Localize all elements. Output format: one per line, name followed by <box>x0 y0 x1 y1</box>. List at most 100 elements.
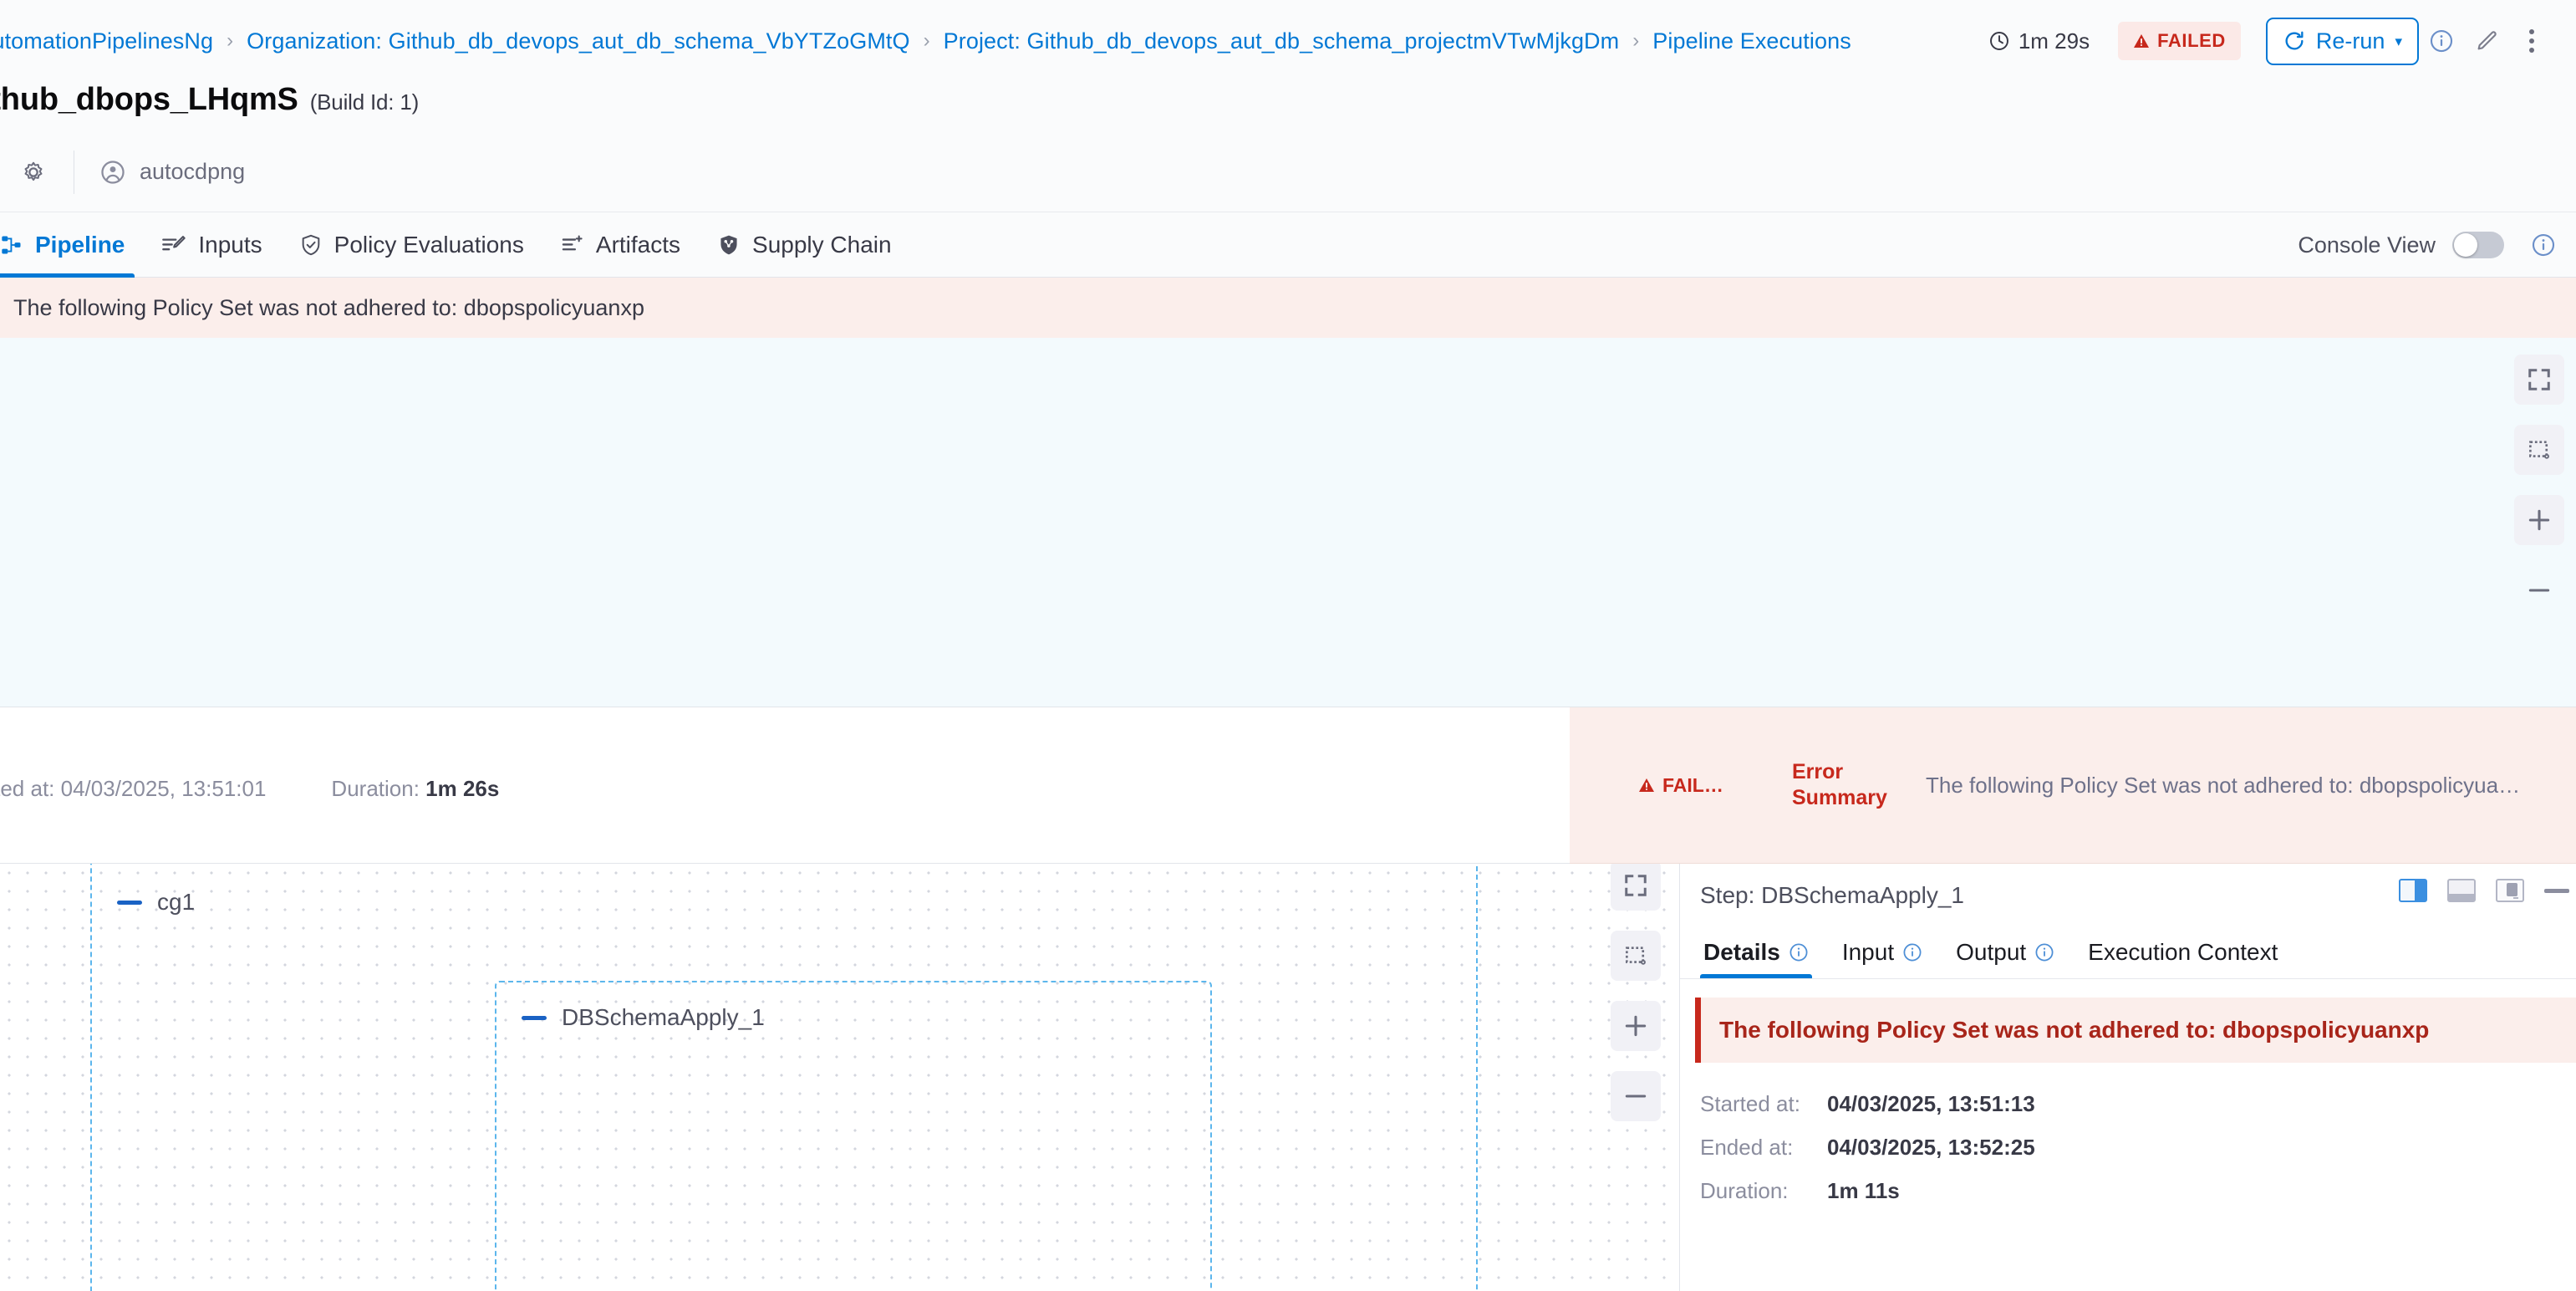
fit-to-screen-icon <box>1623 873 1648 898</box>
zoom-in-button[interactable] <box>1611 1001 1661 1051</box>
edit-button[interactable] <box>2464 18 2509 64</box>
page-title: ithub_dbops_LHqmS (Build Id: 1) <box>0 82 419 118</box>
rerun-button[interactable]: Re-run ▾ <box>2266 18 2419 65</box>
step-group-dbschemaapply-header[interactable]: DBSchemaApply_1 <box>522 1004 765 1031</box>
fit-to-screen-button[interactable] <box>1611 864 1661 911</box>
tab-label: Execution Context <box>2088 939 2278 966</box>
stage-duration-value: 1m 26s <box>425 776 499 801</box>
zoom-in-icon <box>2526 507 2553 533</box>
zoom-to-selection-icon <box>1623 943 1648 968</box>
pipeline-icon <box>0 233 23 257</box>
breadcrumb-item-project[interactable]: Project: Github_db_devops_aut_db_schema_… <box>944 28 1620 54</box>
zoom-out-icon <box>1622 1083 1649 1110</box>
tab-inputs[interactable]: Inputs <box>143 212 280 278</box>
minimize-icon[interactable] <box>2544 889 2569 893</box>
tab-label: Input <box>1842 939 1894 966</box>
detail-key: Started at: <box>1700 1091 1827 1117</box>
execution-name: ithub_dbops_LHqmS <box>0 82 298 117</box>
pipeline-stage-graph[interactable]: </> cs1 <box>0 338 2576 707</box>
step-details-tabs: Details Input Output <box>1680 927 2576 979</box>
stage-duration-label: Duration: <box>331 776 420 801</box>
step-group-cg1-header[interactable]: cg1 <box>117 889 195 916</box>
zoom-to-selection-icon <box>2527 437 2552 462</box>
pipeline-execution-page: ccount: automationPipelinesNg › Organiza… <box>0 0 2576 1291</box>
status-badge-text: FAILED <box>2157 30 2226 52</box>
error-summary-line2: Summary <box>1792 785 1896 811</box>
breadcrumb-separator-icon: › <box>227 29 233 53</box>
stage-failed-text: FAIL… <box>1662 774 1723 797</box>
collapse-group-icon <box>117 901 142 905</box>
console-view-info-button[interactable] <box>2521 222 2566 268</box>
breadcrumb-item-account[interactable]: ccount: automationPipelinesNg <box>0 28 213 54</box>
console-view-toggle[interactable] <box>2452 232 2504 258</box>
pencil-icon <box>2474 28 2499 54</box>
split-bottom-layout-icon[interactable] <box>2447 879 2476 902</box>
fit-to-screen-button[interactable] <box>2514 355 2564 405</box>
info-button[interactable] <box>2419 18 2464 64</box>
execution-duration: 1m 29s <box>1988 28 2090 54</box>
build-id: (Build Id: 1) <box>310 89 419 115</box>
zoom-out-button[interactable] <box>2514 565 2564 615</box>
clock-icon <box>1988 30 2010 52</box>
tab-label: Policy Evaluations <box>334 232 524 258</box>
breadcrumb-item-organization[interactable]: Organization: Github_db_devops_aut_db_sc… <box>247 28 909 54</box>
breadcrumb-bar: ccount: automationPipelinesNg › Organiza… <box>0 0 2576 82</box>
console-view-control: Console View <box>2298 212 2566 278</box>
tab-supply-chain[interactable]: Supply Chain <box>699 212 910 278</box>
detail-row: Started at: 04/03/2025, 13:51:13 <box>1700 1091 2576 1135</box>
detail-value: 1m 11s <box>1827 1178 1900 1204</box>
execution-tabs: Pipeline Inputs Policy Evaluations Artif… <box>0 212 2576 278</box>
tab-label: Pipeline <box>35 232 125 258</box>
step-details-header: Step: DBSchemaApply_1 <box>1680 864 2576 927</box>
error-summary-message: The following Policy Set was not adhered… <box>1926 773 2520 799</box>
user-name: autocdpng <box>140 159 245 185</box>
header-actions: 1m 29s FAILED Re-run ▾ <box>1988 0 2554 82</box>
more-options-button[interactable] <box>2509 18 2554 64</box>
triggered-by: autocdpng <box>99 159 245 186</box>
tab-input[interactable]: Input <box>1825 926 1939 978</box>
stage-duration: Duration: 1m 26s <box>331 776 499 802</box>
stage-summary-meta: arted at: 04/03/2025, 13:51:01 Duration:… <box>0 776 499 802</box>
zoom-out-button[interactable] <box>1611 1071 1661 1121</box>
tab-pipeline[interactable]: Pipeline <box>0 212 143 278</box>
status-badge: FAILED <box>2118 22 2241 60</box>
stage-error-band: FAIL… Error Summary The following Policy… <box>1570 707 2576 864</box>
gear-icon[interactable] <box>18 157 48 187</box>
info-icon <box>2531 232 2556 258</box>
zoom-out-icon <box>2526 577 2553 604</box>
breadcrumb-item-pipeline-executions[interactable]: Pipeline Executions <box>1652 28 1851 54</box>
tab-policy-evaluations[interactable]: Policy Evaluations <box>281 212 542 278</box>
detail-key: Ended at: <box>1700 1135 1827 1161</box>
split-right-layout-icon[interactable] <box>2399 879 2427 902</box>
tab-execution-context[interactable]: Execution Context <box>2071 926 2294 978</box>
zoom-to-selection-button[interactable] <box>1611 931 1661 981</box>
tab-details[interactable]: Details <box>1700 926 1825 978</box>
step-graph-zoom-controls <box>1611 864 1661 1121</box>
step-error-message: The following Policy Set was not adhered… <box>1719 1017 2429 1044</box>
step-group-label: cg1 <box>157 889 195 916</box>
error-summary-line1: Error <box>1792 759 1896 785</box>
tab-output[interactable]: Output <box>1939 926 2071 978</box>
policy-banner-text: The following Policy Set was not adhered… <box>13 295 644 321</box>
zoom-to-selection-button[interactable] <box>2514 425 2564 475</box>
step-details-panel: Step: DBSchemaApply_1 <box>1680 864 2576 1291</box>
console-view-label: Console View <box>2298 232 2436 258</box>
tab-label: Artifacts <box>596 232 680 258</box>
step-error-callout: The following Policy Set was not adhered… <box>1695 998 2576 1063</box>
title-row: ithub_dbops_LHqmS (Build Id: 1) <box>0 82 2576 132</box>
float-layout-icon[interactable] <box>2496 879 2524 902</box>
shield-check-icon <box>299 233 323 257</box>
warning-triangle-icon <box>1638 778 1655 793</box>
tab-artifacts[interactable]: Artifacts <box>542 212 699 278</box>
rerun-label: Re-run <box>2316 28 2385 54</box>
zoom-in-button[interactable] <box>2514 495 2564 545</box>
stage-started-at: arted at: 04/03/2025, 13:51:01 <box>0 776 266 802</box>
detail-key: Duration: <box>1700 1178 1827 1204</box>
breadcrumb-separator-icon: › <box>1632 29 1639 53</box>
kebab-menu-icon <box>2529 29 2534 53</box>
info-icon <box>2429 28 2454 54</box>
zoom-in-icon <box>1622 1013 1649 1039</box>
step-graph[interactable]: cg1 DBSchemaApply_1 </> <box>0 864 1680 1291</box>
stage-started-label: arted at: <box>0 776 54 801</box>
tab-label: Output <box>1956 939 2026 966</box>
